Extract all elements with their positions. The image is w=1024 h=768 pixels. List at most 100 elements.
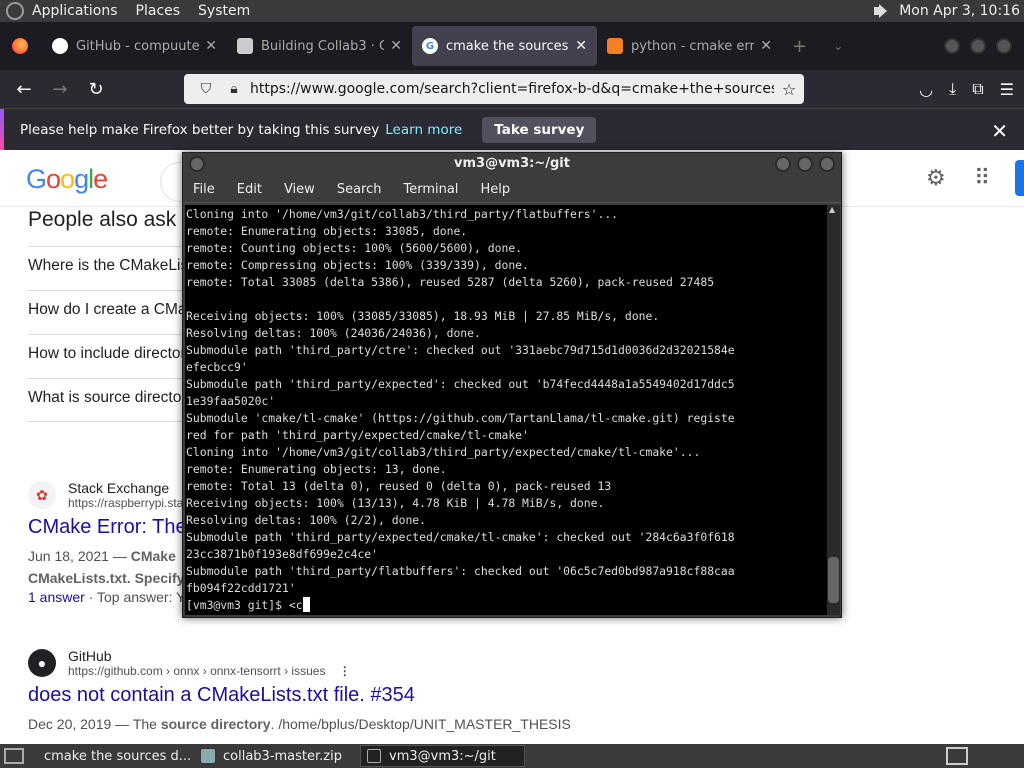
taskbar-item-terminal[interactable]: vm3@vm3:~/git [360,745,525,767]
result-cite-text: https://github.com › onnx › onnx-tensorr… [68,664,326,678]
search-menu[interactable]: Search [337,182,382,197]
taskbar-item-archive[interactable]: collab3-master.zip [195,745,360,767]
learn-more-link[interactable]: Learn more [385,122,462,138]
terminal-line: remote: Enumerating objects: 13, done. [186,462,447,476]
url-bar[interactable]: ⛉ 🔒︎ https://www.google.com/search?clien… [184,74,804,104]
minimize-icon[interactable] [775,156,791,172]
paa-question[interactable]: How do I create a CMake [28,290,208,334]
firefox-view-icon[interactable] [12,38,28,54]
result-cite[interactable]: https://github.com › onnx › onnx-tensorr… [68,664,351,678]
terminal-line: Submodule path 'third_party/ctre': check… [186,343,735,357]
tab-github[interactable]: GitHub - compuuternoi... ✕ [42,26,227,66]
tab-google-search[interactable]: G cmake the sources dire... ✕ [412,26,597,66]
search-result: ✿ Stack Exchange https://raspberrypi.sta… [28,480,187,607]
forward-icon[interactable]: → [42,79,78,100]
terminal-line: Submodule path 'third_party/expected/cma… [186,530,735,544]
extensions-icon[interactable]: ⧉ [972,79,983,99]
stackoverflow-icon [607,38,623,54]
search-result: ● GitHub https://github.com › onnx › onn… [28,648,571,735]
lock-icon[interactable]: 🔒︎ [222,81,246,97]
list-tabs-icon[interactable]: ⌄ [833,39,843,53]
result-title-link[interactable]: CMake Error: The [28,516,187,539]
sign-in-button[interactable] [1015,160,1024,196]
terminal-line: Cloning into '/home/vm3/git/collab3/thir… [186,207,619,221]
help-menu[interactable]: Help [480,182,510,197]
taskbar-item-firefox[interactable]: cmake the sources d... [30,745,195,767]
workspace-switcher[interactable] [946,747,968,765]
places-menu[interactable]: Places [136,3,181,19]
distro-logo-icon[interactable] [6,2,24,20]
back-icon[interactable]: ← [6,79,42,100]
result-site-name: GitHub [68,648,112,664]
menu-icon[interactable]: ☰ [1000,80,1014,99]
terminal-line: remote: Counting objects: 100% (5600/560… [186,241,523,255]
taskbar-item-label: collab3-master.zip [223,748,342,764]
result-cite[interactable]: https://raspberrypi.sta [68,496,183,510]
bookmark-star-icon[interactable]: ☆ [774,80,804,99]
text-cursor [302,597,310,612]
terminal-prompt[interactable]: [vm3@vm3 git]$ <c [186,597,827,614]
result-snippet-text: . /home/bplus/Desktop/UNIT_MASTER_THESIS [270,716,571,732]
terminal-line: remote: Enumerating objects: 33085, done… [186,224,468,238]
applications-menu[interactable]: Applications [32,3,118,19]
close-notification-icon[interactable]: ✕ [991,119,1008,143]
close-window-icon[interactable] [819,156,835,172]
google-logo[interactable]: Google [26,164,108,195]
result-snippet-line: CMakeLists.txt. Specify [28,570,185,586]
terminal-titlebar[interactable]: vm3@vm3:~/git [183,153,841,177]
close-tab-icon[interactable]: ✕ [390,38,402,54]
result-snippet-bold: CMake [130,548,176,564]
terminal-output[interactable]: Cloning into '/home/vm3/git/collab3/thir… [185,205,827,615]
notebook-icon [237,38,253,54]
answers-link[interactable]: 1 answer [28,589,85,605]
archive-icon [201,749,215,763]
github-icon: ● [28,649,56,677]
result-date: Dec 20, 2019 — [28,716,133,732]
result-title-link[interactable]: does not contain a CMakeLists.txt file. … [28,684,571,707]
tab-title: cmake the sources dire... [446,38,569,54]
result-snippet-bold: source directory [160,716,271,732]
close-tab-icon[interactable]: ✕ [205,38,217,54]
reload-icon[interactable]: ↻ [78,79,114,100]
window-menu-icon[interactable] [189,156,205,172]
view-menu[interactable]: View [284,182,315,197]
minimize-icon[interactable] [944,38,960,54]
downloads-icon[interactable]: ⤓ [949,79,956,99]
take-survey-button[interactable]: Take survey [482,116,597,143]
edit-menu[interactable]: Edit [237,182,262,197]
shield-icon[interactable]: ⛉ [194,81,218,97]
github-icon [52,38,68,54]
paa-question[interactable]: How to include directories [28,334,208,378]
new-tab-icon[interactable]: + [792,36,807,57]
close-window-icon[interactable] [996,38,1012,54]
scroll-up-icon[interactable]: ▲ [829,205,835,214]
close-tab-icon[interactable]: ✕ [760,38,772,54]
paa-question[interactable]: Where is the CMakeLists.txt [28,246,208,290]
scrollbar-thumb[interactable] [828,557,839,603]
more-options-icon[interactable]: ⋮ [339,664,351,678]
system-menu[interactable]: System [198,3,250,19]
taskbar-item-label: cmake the sources d... [44,748,192,764]
terminal-window[interactable]: vm3@vm3:~/git File Edit View Search Term… [182,152,842,618]
close-tab-icon[interactable]: ✕ [575,38,587,54]
url-text[interactable]: https://www.google.com/search?client=fir… [250,81,774,97]
terminal-line: red for path 'third_party/expected/cmake… [186,428,529,442]
settings-gear-icon[interactable]: ⚙ [926,166,946,191]
tab-colab[interactable]: Building Collab3 · Col... ✕ [227,26,412,66]
paa-question[interactable]: What is source directory [28,378,208,422]
clock[interactable]: Mon Apr 3, 10:16 [899,3,1020,19]
terminal-scrollbar[interactable]: ▲ [827,205,840,615]
apps-grid-icon[interactable]: ⠿ [974,166,990,191]
file-menu[interactable]: File [193,182,215,197]
maximize-icon[interactable] [797,156,813,172]
survey-message: Please help make Firefox better by takin… [20,121,380,138]
tab-stackoverflow[interactable]: python - cmake error... ✕ [597,26,782,66]
terminal-menu[interactable]: Terminal [403,182,458,197]
pocket-icon[interactable]: ◡ [919,80,933,99]
maximize-icon[interactable] [970,38,986,54]
show-desktop-icon[interactable] [4,748,24,764]
terminal-line: Submodule path 'third_party/flatbuffers'… [186,564,735,578]
browser-tab-strip: GitHub - compuuternoi... ✕ Building Coll… [0,22,1024,70]
volume-icon[interactable] [871,3,891,19]
people-also-ask-heading: People also ask [28,208,177,231]
